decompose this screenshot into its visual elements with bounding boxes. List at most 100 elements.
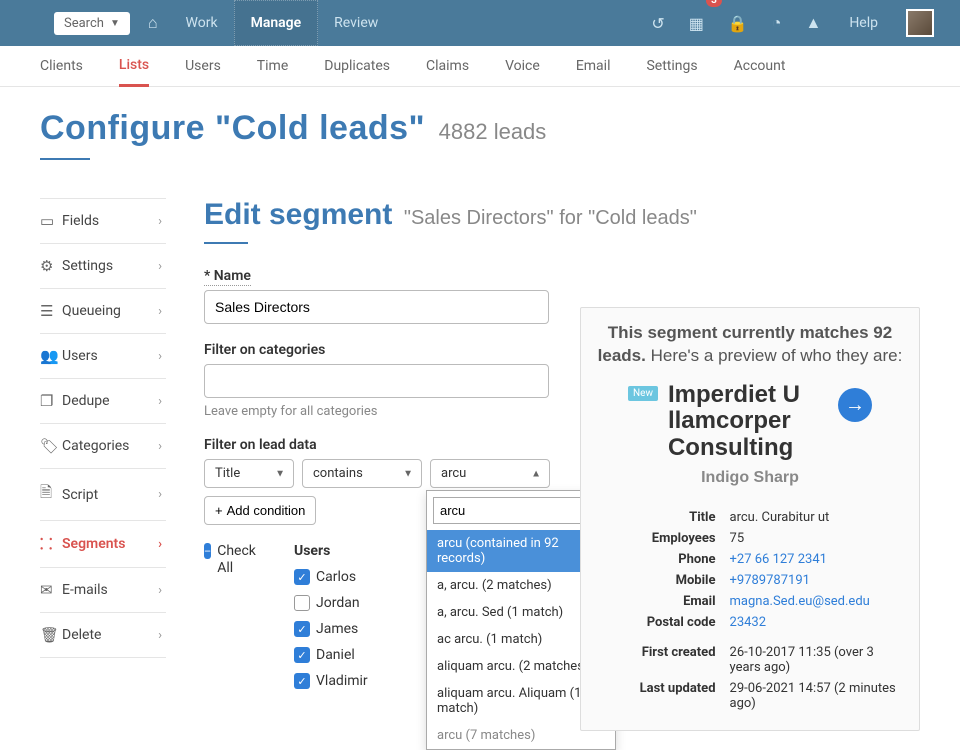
nav-review[interactable]: Review: [318, 0, 394, 46]
calendar-icon[interactable]: ▦ 3: [677, 0, 716, 46]
sidebar-item-queueing[interactable]: ☰ Queueing ›: [40, 289, 166, 334]
preview-headline: This segment currently matches 92 leads.…: [597, 322, 903, 368]
name-input[interactable]: [204, 290, 549, 324]
sidebar-item-dedupe[interactable]: ❐ Dedupe ›: [40, 379, 166, 424]
subnav: Clients Lists Users Time Duplicates Clai…: [0, 46, 960, 87]
user-name: Vladimir: [316, 673, 368, 689]
search-label: Search: [64, 16, 104, 31]
filter-value-select[interactable]: arcu ▲: [430, 459, 550, 488]
check-all-label: Check All: [217, 543, 256, 577]
tab-users[interactable]: Users: [185, 46, 221, 87]
chevron-right-icon: ›: [158, 537, 162, 552]
filter-field-value: Title: [215, 466, 240, 481]
sidebar-label: Dedupe: [62, 393, 158, 409]
new-badge: New: [628, 386, 658, 401]
clock-icon[interactable]: ◔: [760, 0, 794, 46]
tab-claims[interactable]: Claims: [426, 46, 469, 87]
filter-field-select[interactable]: Title ▼: [204, 459, 294, 488]
segment-heading: Edit segment: [204, 198, 392, 231]
k-postal: Postal code: [597, 612, 726, 633]
sidebar-item-categories[interactable]: 🏷 Categories ›: [40, 424, 166, 469]
user-name: James: [316, 621, 358, 637]
sidebar-item-segments[interactable]: ⸬ Segments ›: [40, 521, 166, 568]
k-updated: Last updated: [597, 678, 726, 714]
chevron-right-icon: ›: [158, 487, 162, 502]
tab-clients[interactable]: Clients: [40, 46, 83, 87]
nav-work[interactable]: Work: [170, 0, 234, 46]
checkbox-empty-icon: [294, 595, 310, 611]
filter-operator-select[interactable]: contains ▼: [302, 459, 422, 488]
name-label: Name: [204, 268, 946, 284]
user-name: Carlos: [316, 569, 356, 585]
nav-manage[interactable]: Manage: [234, 0, 319, 46]
checkbox-checked-icon: ✓: [294, 569, 310, 585]
tab-lists[interactable]: Lists: [119, 46, 149, 87]
v-created: 26-10-2017 11:35 (over 3 years ago): [726, 633, 903, 678]
sidebar-label: Settings: [62, 258, 158, 274]
add-condition-button[interactable]: + Add condition: [204, 496, 316, 525]
checkbox-checked-icon: ✓: [294, 621, 310, 637]
sidebar-label: Segments: [62, 536, 158, 552]
tab-email[interactable]: Email: [576, 46, 611, 87]
chevron-right-icon: ›: [158, 214, 162, 229]
tab-settings[interactable]: Settings: [646, 46, 697, 87]
preview-company: Imperdiet U llamcorper Consulting: [668, 382, 828, 461]
mail-icon: ✉: [40, 581, 62, 599]
user-row[interactable]: ✓ Carlos: [294, 569, 404, 585]
user-name: Daniel: [316, 647, 355, 663]
caret-up-icon: ▲: [531, 468, 541, 479]
filter-value-value: arcu: [441, 466, 466, 481]
home-icon[interactable]: ⌂: [136, 0, 170, 46]
sidebar-item-users[interactable]: 👥 Users ›: [40, 334, 166, 379]
checkbox-checked-icon: ✓: [294, 673, 310, 689]
tab-voice[interactable]: Voice: [505, 46, 540, 87]
chevron-right-icon: ›: [158, 394, 162, 409]
user-row[interactable]: ✓Daniel: [294, 647, 404, 663]
sidebar-label: Script: [62, 487, 158, 503]
page-title: Configure "Cold leads": [40, 109, 425, 147]
sidebar-item-emails[interactable]: ✉ E-mails ›: [40, 568, 166, 613]
check-all[interactable]: – Check All: [204, 543, 254, 577]
warning-icon[interactable]: ▲: [793, 0, 833, 46]
search-button[interactable]: Search ▼: [54, 12, 130, 35]
sidebar-label: Queueing: [62, 303, 158, 319]
caret-down-icon: ▼: [275, 468, 285, 479]
v-mobile[interactable]: +9789787191: [730, 573, 810, 588]
filter-categories-input[interactable]: [204, 364, 549, 398]
sidebar-item-script[interactable]: 🗎 Script ›: [40, 469, 166, 521]
k-title: Title: [597, 507, 726, 528]
v-email[interactable]: magna.Sed.eu@sed.edu: [730, 594, 870, 609]
user-row[interactable]: Jordan: [294, 595, 404, 611]
avatar[interactable]: [894, 0, 946, 46]
sidebar-label: Categories: [62, 438, 158, 454]
segment-subheading: "Sales Directors" for "Cold leads": [404, 207, 697, 229]
page-header: Configure "Cold leads" 4882 leads: [0, 87, 960, 170]
sidebar-item-delete[interactable]: 🗑 Delete ›: [40, 613, 166, 658]
chevron-right-icon: ›: [158, 628, 162, 643]
add-condition-label: Add condition: [227, 503, 306, 518]
tab-account[interactable]: Account: [734, 46, 786, 87]
user-row[interactable]: ✓ Vladimir: [294, 673, 404, 689]
history-icon[interactable]: ↺: [639, 0, 676, 46]
user-row[interactable]: ✓ James: [294, 621, 404, 637]
v-phone[interactable]: +27 66 127 2341: [730, 552, 827, 567]
sidebar-item-settings[interactable]: ⚙ Settings ›: [40, 244, 166, 289]
tab-time[interactable]: Time: [257, 46, 288, 87]
k-phone: Phone: [597, 549, 726, 570]
calendar-glyph: ▦: [689, 14, 704, 33]
nav-help[interactable]: Help: [833, 0, 894, 46]
preview-panel: This segment currently matches 92 leads.…: [580, 307, 920, 731]
sidebar-label: Users: [62, 348, 158, 364]
sidebar-item-fields[interactable]: ▭ Fields ›: [40, 199, 166, 244]
v-postal[interactable]: 23432: [730, 615, 767, 630]
k-email: Email: [597, 591, 726, 612]
sidebar-label: E-mails: [62, 582, 158, 598]
sidebar: ▭ Fields › ⚙ Settings › ☰ Queueing › 👥 U…: [40, 198, 166, 699]
tab-duplicates[interactable]: Duplicates: [324, 46, 390, 87]
users-icon: 👥: [40, 347, 62, 365]
lock-icon[interactable]: 🔒: [716, 0, 760, 46]
k-created: First created: [597, 633, 726, 678]
next-lead-button[interactable]: →: [838, 388, 872, 422]
chevron-right-icon: ›: [158, 349, 162, 364]
page-lead-count: 4882 leads: [439, 119, 547, 144]
